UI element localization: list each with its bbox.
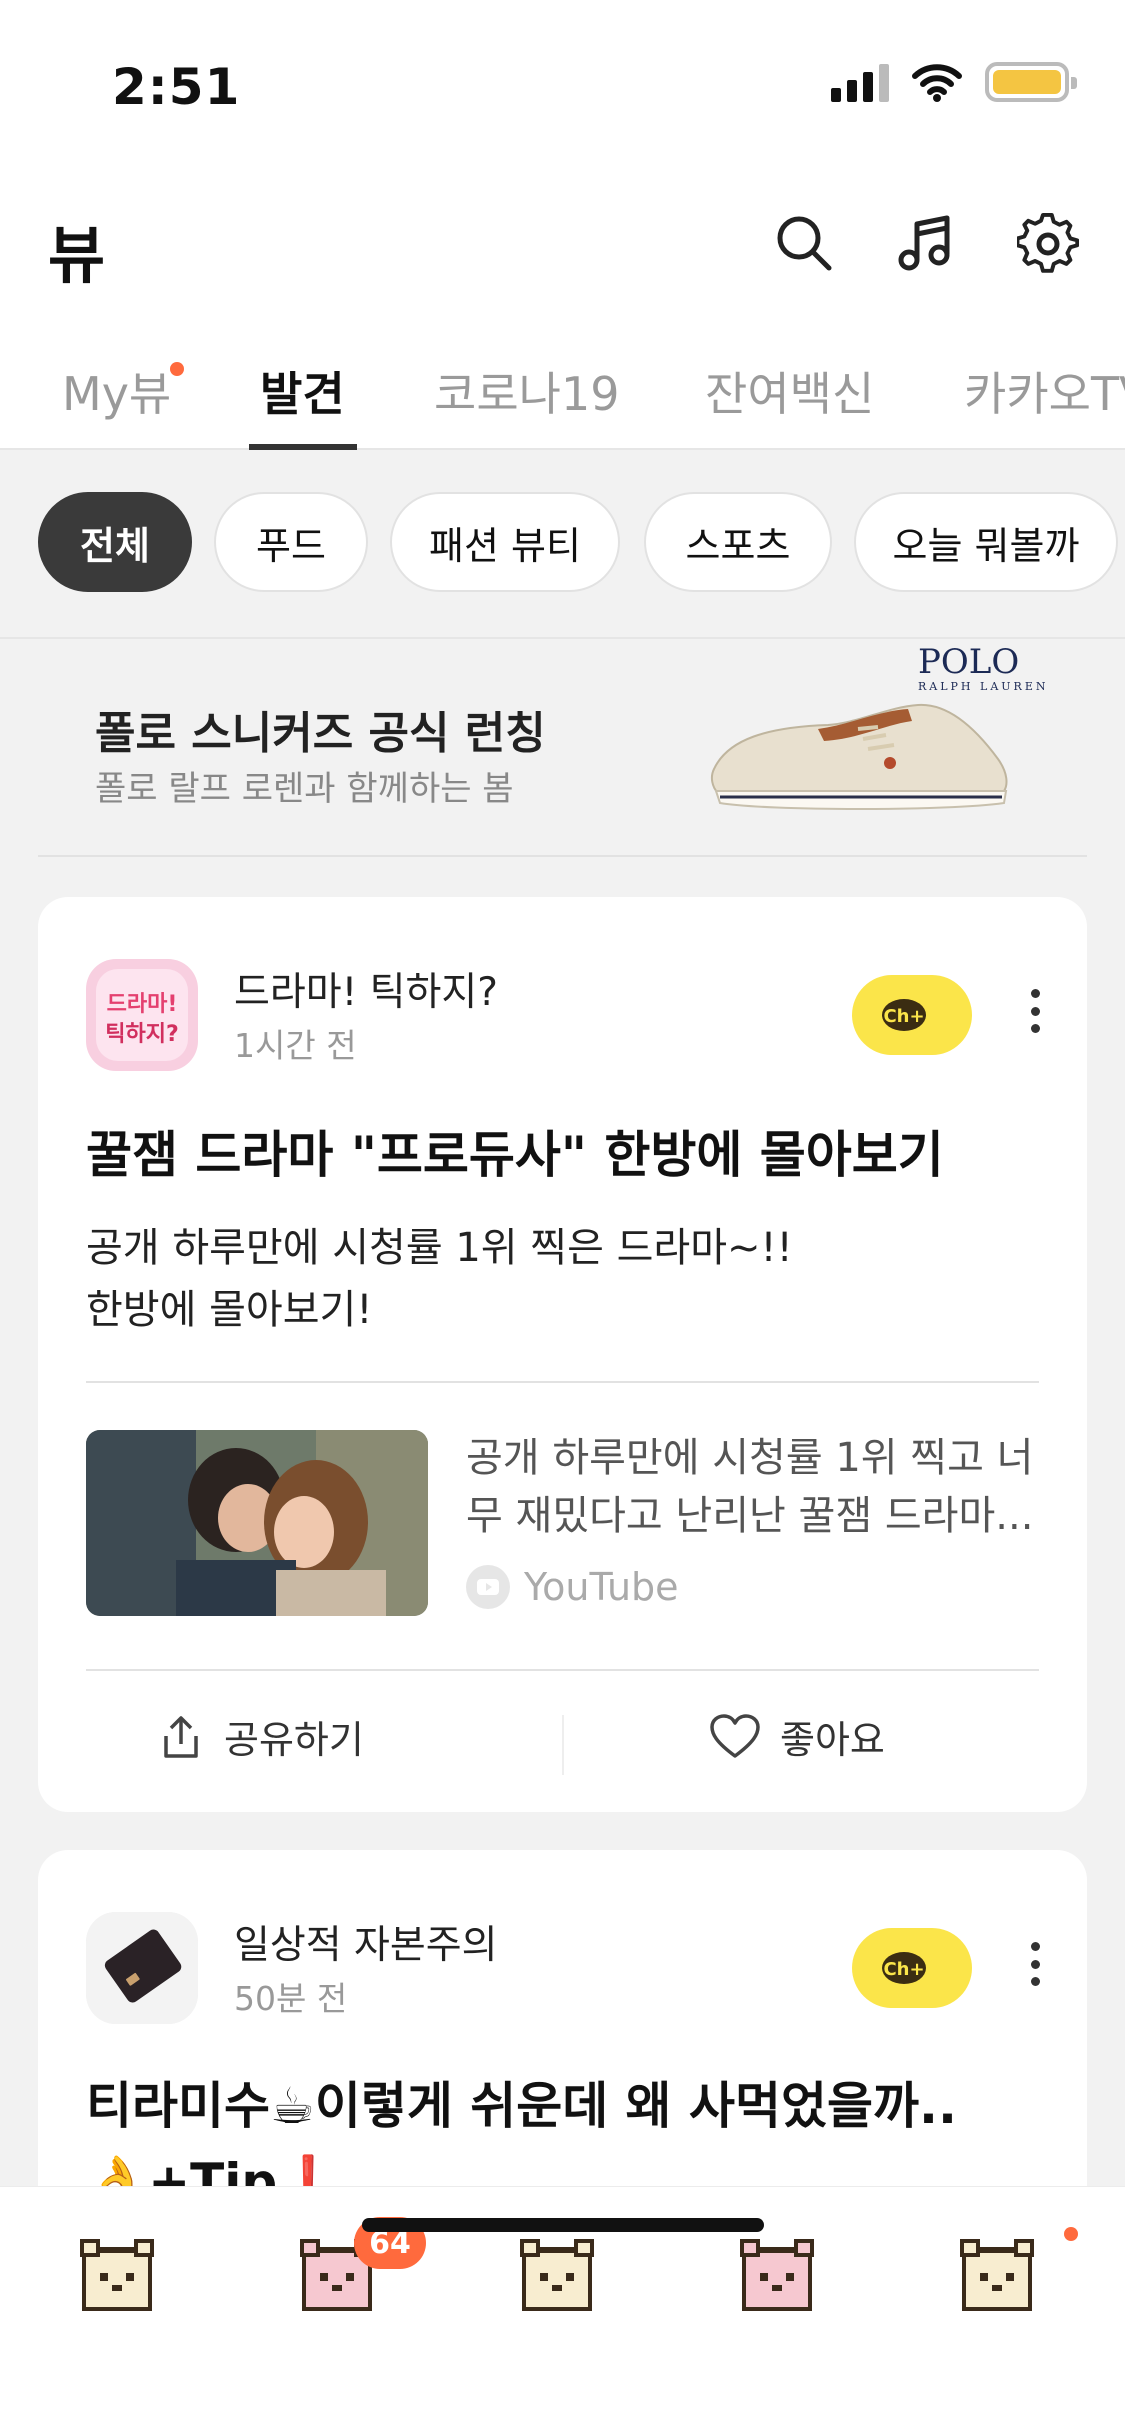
svg-text:Ch+: Ch+ (883, 1006, 924, 1027)
battery-icon (985, 62, 1077, 102)
tab-corona19[interactable]: 코로나19 (434, 358, 620, 424)
svg-text:드라마!: 드라마! (107, 992, 178, 1017)
tab-discover[interactable]: 발견 (260, 358, 345, 424)
cellular-signal-icon (831, 62, 889, 102)
new-indicator-dot (1064, 2227, 1078, 2241)
more-options-icon[interactable] (1030, 1942, 1040, 1986)
feed-card[interactable]: 드라마! 틱하지? 드라마! 틱하지? 1시간 전 Ch+ 꿀잼 드라마 "프로… (38, 897, 1087, 1812)
post-time: 50분 전 (234, 1979, 348, 2018)
music-icon[interactable] (895, 212, 957, 274)
shopping-tab-icon[interactable] (732, 2231, 822, 2321)
channel-avatar[interactable] (86, 1912, 198, 2024)
friends-tab-icon[interactable] (72, 2231, 162, 2321)
share-icon (164, 1715, 198, 1758)
svg-text:Ch+: Ch+ (883, 1959, 924, 1980)
video-thumbnail[interactable] (86, 1430, 428, 1616)
channel-plus-icon: Ch+ (882, 999, 926, 1031)
like-button[interactable]: 좋아요 (708, 1709, 885, 1764)
chip-fashion-beauty[interactable]: 패션 뷰티 (390, 492, 620, 592)
channel-name[interactable]: 드라마! 틱하지? (234, 961, 498, 1017)
svg-text:틱하지?: 틱하지? (105, 1022, 178, 1047)
channel-name[interactable]: 일상적 자본주의 (234, 1914, 498, 1970)
chip-sports[interactable]: 스포츠 (644, 492, 832, 592)
settings-gear-icon[interactable] (1017, 212, 1079, 274)
post-description: 공개 하루만에 시청률 1위 찍은 드라마~!! 한방에 몰아보기! (86, 1225, 793, 1333)
status-icons (831, 62, 1077, 102)
chip-what-to-watch[interactable]: 오늘 뭐볼까 (854, 492, 1118, 592)
link-preview-text[interactable]: 공개 하루만에 시청률 1위 찍고 너 무 재밌다고 난리난 꿀잼 드라마... (428, 1429, 1068, 1545)
tab-leftover-vaccine[interactable]: 잔여백신 (705, 358, 874, 424)
more-options-icon[interactable] (1030, 989, 1040, 1033)
post-actions: 공유하기 좋아요 (38, 1685, 1087, 1812)
home-indicator[interactable] (362, 2218, 764, 2232)
heart-icon (710, 1713, 760, 1758)
link-source: YouTube (466, 1565, 679, 1609)
new-indicator-dot (170, 362, 184, 376)
wifi-icon (912, 64, 962, 102)
divider (38, 855, 1087, 857)
tab-my-view[interactable]: My뷰 (62, 358, 171, 424)
divider (86, 1669, 1039, 1671)
ad-banner[interactable]: 폴로 스니커즈 공식 런칭 폴로 랄프 로렌과 함께하는 봄 POLO RALP… (0, 637, 1125, 857)
sneaker-image (710, 703, 1008, 810)
chip-all[interactable]: 전체 (38, 492, 192, 592)
status-bar: 2:51 (0, 0, 1125, 150)
app-header: 뷰 My뷰 발견 코로나19 잔여백신 카카오TV (0, 150, 1125, 450)
divider (562, 1715, 564, 1775)
category-tabs: My뷰 발견 코로나19 잔여백신 카카오TV (0, 340, 1125, 450)
status-time: 2:51 (112, 58, 241, 116)
header-actions (773, 212, 1079, 274)
ad-subtitle: 폴로 랄프 로렌과 함께하는 봄 (95, 769, 514, 809)
search-icon[interactable] (773, 212, 835, 274)
ad-title: 폴로 스니커즈 공식 런칭 (95, 708, 546, 759)
youtube-icon (466, 1565, 510, 1609)
chip-food[interactable]: 푸드 (214, 492, 368, 592)
divider (86, 1381, 1039, 1383)
polo-logo: POLO RALPH LAUREN (918, 642, 1049, 693)
post-time: 1시간 전 (234, 1026, 357, 1065)
channel-avatar[interactable]: 드라마! 틱하지? (86, 959, 198, 1071)
tab-kakao-tv[interactable]: 카카오TV (964, 358, 1125, 424)
add-channel-button[interactable]: Ch+ (852, 975, 972, 1055)
more-tab-icon[interactable] (952, 2231, 1042, 2321)
channel-plus-icon: Ch+ (882, 1952, 926, 1984)
add-channel-button[interactable]: Ch+ (852, 1928, 972, 2008)
filter-chips: 전체 푸드 패션 뷰티 스포츠 오늘 뭐볼까 (0, 450, 1125, 635)
view-tab-icon[interactable] (512, 2231, 602, 2321)
share-button[interactable]: 공유하기 (156, 1709, 364, 1764)
page-title: 뷰 (48, 219, 106, 292)
post-title[interactable]: 꿀잼 드라마 "프로듀사" 한방에 몰아보기 (86, 1115, 944, 1187)
